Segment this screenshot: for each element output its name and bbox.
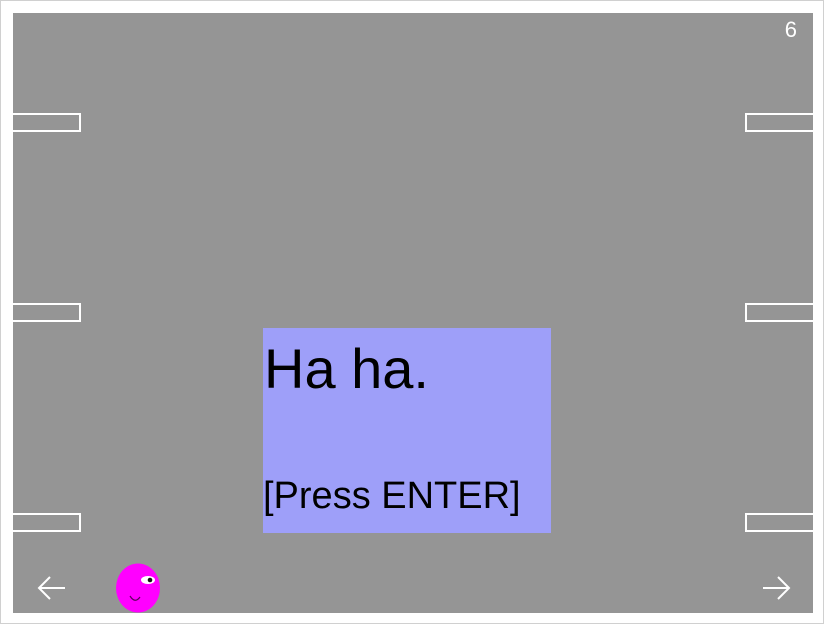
arrow-right-icon-graphic (763, 576, 791, 600)
player-character (115, 563, 161, 613)
dialog-prompt[interactable]: [Press ENTER] (263, 474, 521, 518)
game-frame: 6 Ha ha. [Press ENTER] (0, 0, 824, 624)
right-ledge-bottom (745, 513, 813, 532)
level-counter: 6 (784, 17, 797, 42)
left-ledge-middle (13, 303, 81, 322)
arrow-right-icon[interactable] (759, 573, 793, 603)
arrow-left-icon-graphic (37, 576, 65, 600)
right-ledge-middle (745, 303, 813, 322)
game-stage[interactable]: 6 Ha ha. [Press ENTER] (13, 13, 813, 613)
player-body (116, 563, 160, 613)
arrow-left-icon[interactable] (35, 573, 69, 603)
left-ledge-bottom (13, 513, 81, 532)
player-graphic (116, 563, 160, 613)
right-ledge-top (745, 113, 813, 132)
dialog-box: Ha ha. [Press ENTER] (263, 328, 551, 533)
player-pupil (147, 577, 153, 583)
dialog-message: Ha ha. (264, 337, 429, 400)
left-ledge-top (13, 113, 81, 132)
